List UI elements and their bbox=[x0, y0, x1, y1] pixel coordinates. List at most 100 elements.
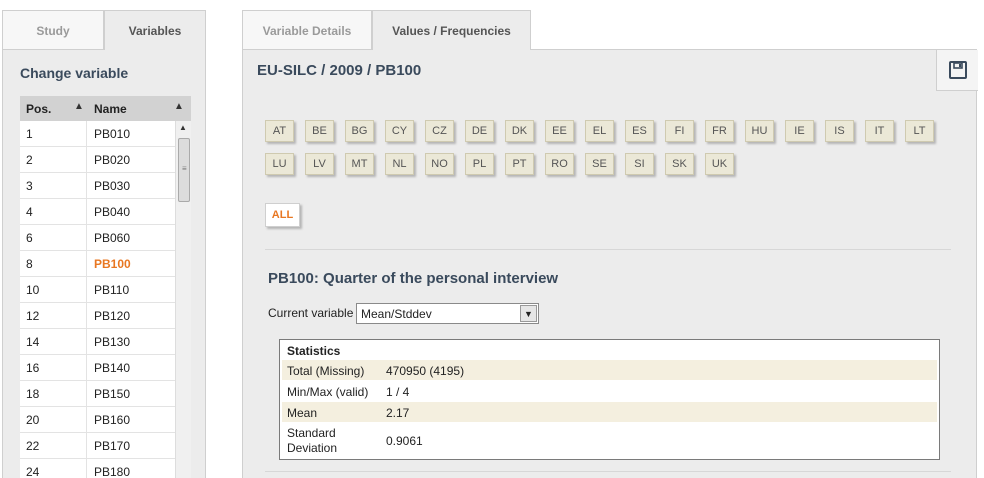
grip-icon: ≡ bbox=[182, 164, 187, 173]
country-button-de[interactable]: DE bbox=[465, 120, 494, 142]
table-row[interactable]: 8 PB100 bbox=[20, 251, 175, 277]
row-pos: 4 bbox=[20, 199, 87, 225]
statistic-label: Standard Deviation bbox=[287, 426, 338, 455]
tab-values-frequencies[interactable]: Values / Frequencies bbox=[372, 10, 531, 51]
breadcrumb: EU-SILC / 2009 / PB100 bbox=[257, 62, 422, 79]
row-pos: 6 bbox=[20, 225, 87, 251]
variable-list-body: Change variable Pos. ▲ Name ▲ 1 PB010 2 PB0… bbox=[2, 50, 206, 478]
table-row[interactable]: 3 PB030 bbox=[20, 173, 175, 199]
country-button-se[interactable]: SE bbox=[585, 153, 614, 175]
country-button-cy[interactable]: CY bbox=[385, 120, 414, 142]
row-name: PB060 bbox=[94, 231, 131, 245]
country-button-ro[interactable]: RO bbox=[545, 153, 574, 175]
statistic-value: 2.17 bbox=[386, 406, 410, 420]
row-pos: 18 bbox=[20, 381, 87, 407]
country-button-nl[interactable]: NL bbox=[385, 153, 414, 175]
country-button-cz[interactable]: CZ bbox=[425, 120, 454, 142]
country-button-it[interactable]: IT bbox=[865, 120, 894, 142]
country-button-fr[interactable]: FR bbox=[705, 120, 734, 142]
country-button-ie[interactable]: IE bbox=[785, 120, 814, 142]
country-button-sk[interactable]: SK bbox=[665, 153, 694, 175]
tab-variable-details[interactable]: Variable Details bbox=[242, 10, 372, 50]
row-pos: 2 bbox=[20, 147, 87, 173]
country-button-no[interactable]: NO bbox=[425, 153, 454, 175]
scroll-thumb[interactable]: ≡ bbox=[178, 138, 190, 202]
change-variable-heading: Change variable bbox=[20, 65, 129, 81]
country-button-lu[interactable]: LU bbox=[265, 153, 294, 175]
variable-rows: 1 PB010 2 PB020 3 PB030 4 PB040 6 PB060 8 PB100 10 PB… bbox=[20, 121, 175, 478]
divider bbox=[265, 471, 951, 472]
row-pos: 1 bbox=[20, 121, 87, 147]
statistic-label: Min/Max (valid) bbox=[287, 385, 369, 399]
country-button-mt[interactable]: MT bbox=[345, 153, 374, 175]
table-row[interactable]: 18 PB150 bbox=[20, 381, 175, 407]
current-variable-label: Current variable bbox=[268, 306, 354, 320]
table-row[interactable]: 14 PB130 bbox=[20, 329, 175, 355]
row-pos: 20 bbox=[20, 407, 87, 433]
country-button-si[interactable]: SI bbox=[625, 153, 654, 175]
statistics-heading: Statistics bbox=[287, 344, 341, 358]
statistic-label: Total (Missing) bbox=[287, 364, 365, 378]
tab-study[interactable]: Study bbox=[2, 10, 104, 50]
right-tabs: Variable Details Values / Frequencies bbox=[242, 10, 977, 51]
scroll-up-icon[interactable]: ▲ bbox=[179, 123, 187, 132]
row-pos: 22 bbox=[20, 433, 87, 459]
country-button-at[interactable]: AT bbox=[265, 120, 294, 142]
country-button-lv[interactable]: LV bbox=[305, 153, 334, 175]
table-row[interactable]: 24 PB180 bbox=[20, 459, 175, 478]
save-button[interactable] bbox=[936, 50, 978, 91]
country-button-pt[interactable]: PT bbox=[505, 153, 534, 175]
scrollbar[interactable]: ▲ ≡ bbox=[175, 121, 191, 478]
country-button-bg[interactable]: BG bbox=[345, 120, 374, 142]
values-panel: EU-SILC / 2009 / PB100 AT BE BG CY CZ DE DK EE E… bbox=[242, 50, 978, 478]
table-row[interactable]: 12 PB120 bbox=[20, 303, 175, 329]
sort-icon[interactable]: ▲ bbox=[174, 101, 184, 112]
country-button-lt[interactable]: LT bbox=[905, 120, 934, 142]
tab-variables[interactable]: Variables bbox=[104, 10, 206, 51]
current-variable-select[interactable]: Mean/Stddev ▼ bbox=[356, 303, 539, 324]
country-button-is[interactable]: IS bbox=[825, 120, 854, 142]
row-name: PB120 bbox=[94, 309, 131, 323]
country-button-ee[interactable]: EE bbox=[545, 120, 574, 142]
table-row[interactable]: 10 PB110 bbox=[20, 277, 175, 303]
row-name: PB030 bbox=[94, 179, 131, 193]
country-button-hu[interactable]: HU bbox=[745, 120, 774, 142]
country-button-be[interactable]: BE bbox=[305, 120, 334, 142]
left-tabs: Study Variables bbox=[2, 10, 206, 51]
country-button-el[interactable]: EL bbox=[585, 120, 614, 142]
row-name: PB130 bbox=[94, 335, 131, 349]
sort-icon[interactable]: ▲ bbox=[74, 101, 84, 112]
column-header-pos[interactable]: Pos. bbox=[26, 102, 51, 116]
variable-title: PB100: Quarter of the personal interview bbox=[268, 270, 559, 287]
country-button-dk[interactable]: DK bbox=[505, 120, 534, 142]
row-pos: 16 bbox=[20, 355, 87, 381]
statistic-value: 1 / 4 bbox=[386, 385, 410, 399]
table-row[interactable]: 20 PB160 bbox=[20, 407, 175, 433]
statistic-label: Mean bbox=[287, 406, 318, 420]
all-countries-button[interactable]: ALL bbox=[265, 203, 300, 227]
row-name: PB020 bbox=[94, 153, 131, 167]
table-row[interactable]: 4 PB040 bbox=[20, 199, 175, 225]
country-button-pl[interactable]: PL bbox=[465, 153, 494, 175]
table-row[interactable]: 1 PB010 bbox=[20, 121, 175, 147]
table-row[interactable]: 16 PB140 bbox=[20, 355, 175, 381]
variable-panel: Study Variables Change variable Pos. ▲ N… bbox=[2, 10, 206, 478]
row-name: PB110 bbox=[94, 283, 130, 297]
statistics-row: Standard Deviation 0.9061 bbox=[282, 423, 937, 459]
statistics-row: Min/Max (valid) 1 / 4 bbox=[282, 381, 937, 401]
table-row[interactable]: 2 PB020 bbox=[20, 147, 175, 173]
column-header-name[interactable]: Name bbox=[94, 102, 127, 116]
row-name: PB160 bbox=[94, 413, 131, 427]
country-button-es[interactable]: ES bbox=[625, 120, 654, 142]
country-button-uk[interactable]: UK bbox=[705, 153, 734, 175]
table-row[interactable]: 6 PB060 bbox=[20, 225, 175, 251]
country-button-fi[interactable]: FI bbox=[665, 120, 694, 142]
table-row[interactable]: 22 PB170 bbox=[20, 433, 175, 459]
row-pos: 3 bbox=[20, 173, 87, 199]
statistics-row: Total (Missing) 470950 (4195) bbox=[282, 360, 937, 380]
variable-table-header: Pos. ▲ Name ▲ bbox=[20, 96, 191, 121]
row-name: PB100 bbox=[94, 257, 131, 271]
chevron-down-icon[interactable]: ▼ bbox=[520, 305, 537, 322]
row-pos: 8 bbox=[20, 251, 87, 277]
row-name: PB180 bbox=[94, 465, 131, 478]
